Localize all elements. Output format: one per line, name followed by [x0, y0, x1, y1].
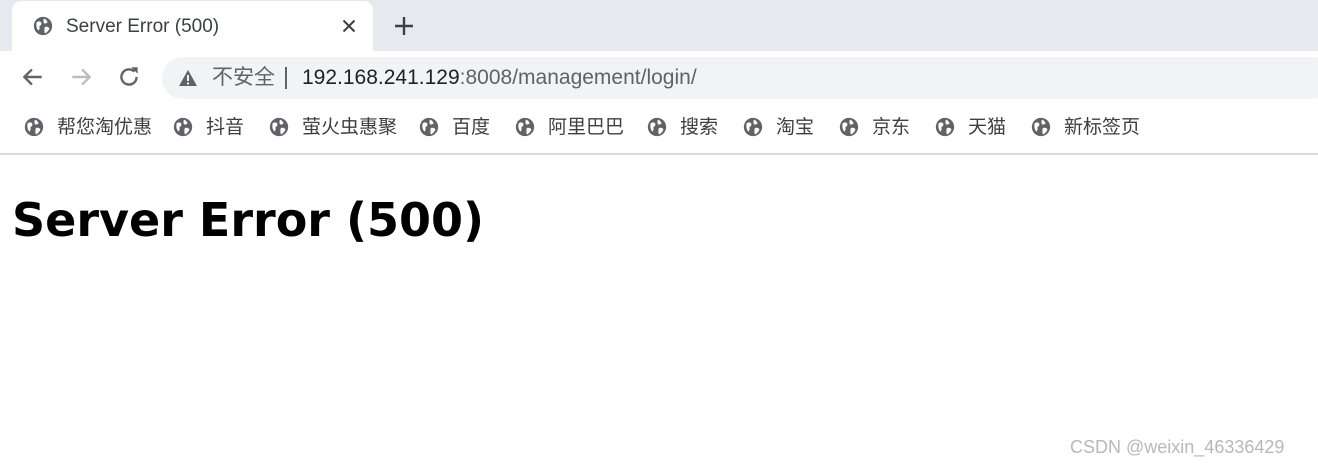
- watermark: CSDN @weixin_46336429: [1070, 437, 1285, 457]
- bookmarks-bar: 帮您淘优惠 抖音 萤火虫惠聚 百度 阿里巴巴 搜索 淘宝 京东 天猫 新标签页: [0, 103, 1318, 153]
- globe-icon: [1031, 117, 1051, 137]
- bookmark-label: 搜索: [680, 117, 719, 138]
- bookmark-label: 天猫: [968, 117, 1007, 138]
- globe-icon: [419, 117, 439, 137]
- close-icon[interactable]: [338, 15, 360, 37]
- page-content: Server Error (500): [0, 155, 1318, 466]
- url-text[interactable]: 192.168.241.129:8008/management/login/: [302, 66, 697, 90]
- forward-arrow-icon[interactable]: [68, 64, 94, 90]
- globe-icon: [269, 117, 289, 137]
- plus-icon[interactable]: [392, 14, 416, 38]
- bookmark-label: 抖音: [206, 117, 245, 138]
- address-bar[interactable]: 不安全 192.168.241.129:8008/management/logi…: [162, 57, 1318, 99]
- security-label[interactable]: 不安全: [212, 66, 275, 90]
- globe-icon: [743, 117, 763, 137]
- bookmark-label: 萤火虫惠聚: [302, 117, 398, 138]
- tab-server-error[interactable]: Server Error (500): [12, 1, 373, 51]
- bookmark-label: 淘宝: [776, 117, 815, 138]
- page-title: Server Error (500): [12, 193, 485, 247]
- url-host: 192.168.241.129: [302, 66, 460, 89]
- bookmark-label: 百度: [452, 117, 491, 138]
- reload-icon[interactable]: [116, 64, 142, 90]
- globe-icon: [33, 16, 53, 36]
- globe-icon: [173, 117, 193, 137]
- toolbar: 不安全 192.168.241.129:8008/management/logi…: [0, 51, 1318, 103]
- tab-strip: Server Error (500): [0, 0, 1318, 51]
- warning-triangle-icon[interactable]: [178, 69, 198, 87]
- browser-window: Server Error (500) 不安全 192.168.241.129:8…: [0, 0, 1318, 466]
- bookmark-label: 阿里巴巴: [548, 117, 625, 138]
- omnibox-divider: [285, 67, 287, 89]
- globe-icon: [647, 117, 667, 137]
- url-path: :8008/management/login/: [459, 66, 697, 89]
- bookmark-label: 新标签页: [1064, 117, 1141, 138]
- globe-icon: [24, 117, 44, 137]
- bookmark-label: 帮您淘优惠: [57, 117, 153, 138]
- globe-icon: [515, 117, 535, 137]
- tab-title: Server Error (500): [66, 16, 220, 37]
- globe-icon: [935, 117, 955, 137]
- bookmark-label: 京东: [872, 117, 911, 138]
- back-arrow-icon[interactable]: [20, 64, 46, 90]
- globe-icon: [839, 117, 859, 137]
